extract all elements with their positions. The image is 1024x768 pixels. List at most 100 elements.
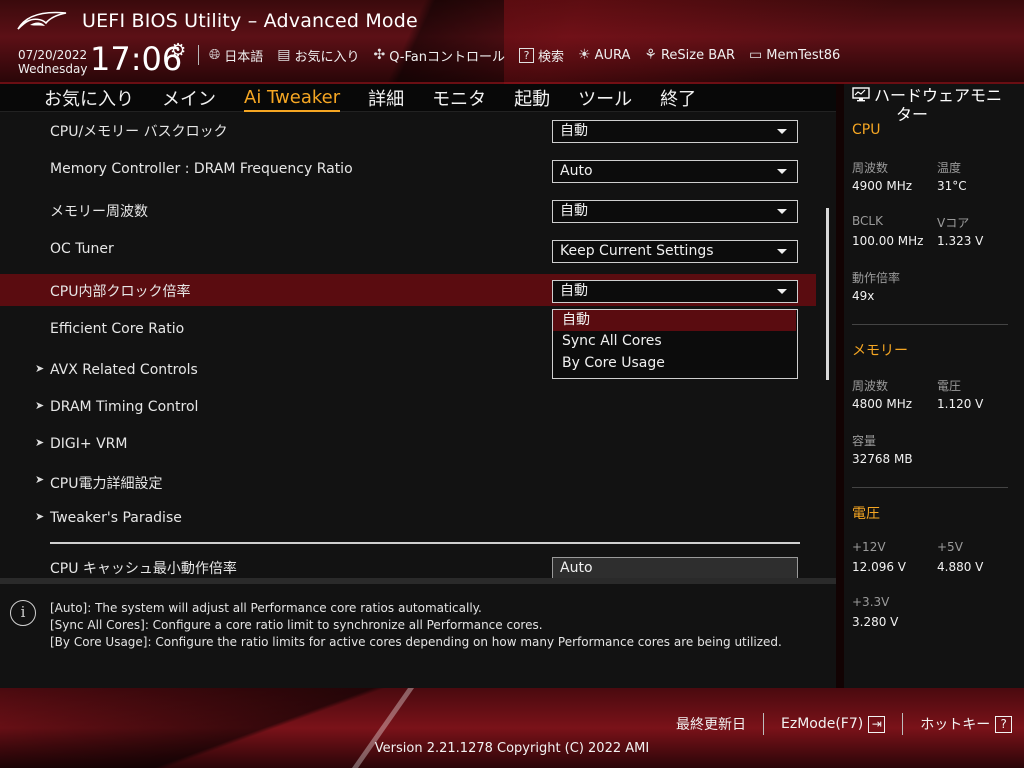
- setting-row-memory-frequency[interactable]: メモリー周波数 自動: [0, 194, 816, 226]
- caret-down-icon: [777, 169, 787, 174]
- submenu-arrow-icon: ➤: [35, 473, 45, 486]
- dropdown-option-sync-all-cores[interactable]: Sync All Cores: [553, 331, 796, 352]
- submenu-tweakers-paradise[interactable]: ➤ Tweaker's Paradise: [0, 503, 816, 535]
- footer-actions: 最終更新日 EzMode(F7) ⇥ ホットキー ?: [676, 713, 1013, 735]
- mem-freq-value: 4800 MHz: [852, 397, 913, 411]
- dropdown-option-by-core-usage[interactable]: By Core Usage: [553, 353, 796, 374]
- tab-advanced[interactable]: 詳細: [368, 85, 404, 111]
- voltage-section-title: 電圧: [852, 506, 880, 522]
- vcore-label: Vコア: [937, 216, 970, 230]
- aura-button[interactable]: ☀ AURA: [578, 47, 630, 63]
- submenu-arrow-icon: ➤: [35, 510, 45, 523]
- ezmode-button[interactable]: EzMode(F7) ⇥: [781, 715, 886, 733]
- setting-row-bus-clock[interactable]: CPU/メモリー バスクロック 自動: [0, 114, 816, 146]
- clock-time: 17:06: [90, 40, 183, 78]
- submenu-label: DIGI+ VRM: [50, 436, 128, 452]
- help-key-icon: ?: [995, 715, 1013, 733]
- info-icon: i: [10, 600, 36, 626]
- setting-row-cpu-core-ratio[interactable]: CPU内部クロック倍率 自動: [0, 274, 816, 306]
- version-text: Version 2.21.1278 Copyright (C) 2022 AMI: [374, 741, 650, 756]
- toolbar-divider: [198, 45, 199, 65]
- tab-tool[interactable]: ツール: [578, 85, 632, 111]
- select-value: Keep Current Settings: [560, 243, 714, 259]
- memtest-button[interactable]: ▭ MemTest86: [749, 47, 840, 63]
- memtest-icon: ▭: [749, 47, 763, 63]
- submenu-label: AVX Related Controls: [50, 362, 198, 378]
- tab-monitor[interactable]: モニタ: [432, 85, 486, 111]
- language-button[interactable]: 🌐︎ 日本語: [209, 46, 263, 65]
- hotkeys-label: ホットキー: [920, 717, 991, 733]
- dropdown-option-auto[interactable]: 自動: [553, 310, 796, 331]
- cpu-core-ratio-select[interactable]: 自動: [552, 280, 798, 303]
- search-button[interactable]: ? 検索: [518, 46, 564, 65]
- caret-down-icon: [777, 289, 787, 294]
- memtest-label: MemTest86: [766, 47, 841, 63]
- exit-arrow-icon: ⇥: [868, 715, 886, 733]
- gear-icon[interactable]: ⚙: [170, 40, 186, 61]
- setting-label: Efficient Core Ratio: [50, 321, 185, 337]
- hardware-monitor-panel: ハードウェアモニ ター CPU 周波数 温度 4900 MHz 31°C BCL…: [844, 84, 1024, 688]
- cpu-temp-label: 温度: [937, 161, 962, 175]
- hotkeys-button[interactable]: ホットキー ?: [920, 714, 1013, 734]
- ratio-dropdown-list[interactable]: 自動 Sync All Cores By Core Usage: [552, 309, 798, 379]
- resize-bar-button[interactable]: ⚘ ReSize BAR: [644, 47, 735, 63]
- setting-row-oc-tuner[interactable]: OC Tuner Keep Current Settings: [0, 234, 816, 266]
- bclk-value: 100.00 MHz: [852, 234, 924, 248]
- select-value: 自動: [560, 123, 588, 139]
- search-label: 検索: [537, 49, 564, 65]
- footer-divider: [902, 713, 904, 735]
- submenu-digi-vrm[interactable]: ➤ DIGI+ VRM: [0, 429, 816, 461]
- oc-tuner-select[interactable]: Keep Current Settings: [552, 240, 798, 263]
- qfan-button[interactable]: ✣ Q-Fanコントロール: [373, 46, 505, 65]
- tab-ai-tweaker[interactable]: Ai Tweaker: [244, 87, 341, 112]
- cpu-temp-value: 31°C: [937, 179, 967, 193]
- qfan-label: Q-Fanコントロール: [389, 49, 505, 65]
- submenu-cpu-power[interactable]: ➤ CPU電力詳細設定: [0, 466, 816, 498]
- setting-label: CPU キャッシュ最小動作倍率: [50, 561, 237, 577]
- dram-ratio-select[interactable]: Auto: [552, 160, 798, 183]
- select-value: 自動: [560, 283, 588, 299]
- memory-frequency-select[interactable]: 自動: [552, 200, 798, 223]
- tab-boot[interactable]: 起動: [514, 85, 550, 111]
- v5-label: +5V: [937, 540, 963, 554]
- submenu-arrow-icon: ➤: [35, 436, 45, 449]
- fan-icon: ✣: [373, 47, 386, 63]
- tab-main[interactable]: メイン: [162, 85, 216, 111]
- monitor-divider: [852, 487, 1008, 488]
- submenu-dram-timing[interactable]: ➤ DRAM Timing Control: [0, 392, 816, 424]
- bus-clock-select[interactable]: 自動: [552, 120, 798, 143]
- submenu-arrow-icon: ➤: [35, 399, 45, 412]
- submenu-label: CPU電力詳細設定: [50, 476, 163, 492]
- favorites-label: お気に入り: [294, 49, 360, 65]
- v33-value: 3.280 V: [852, 615, 899, 629]
- setting-row-cache-ratio[interactable]: CPU キャッシュ最小動作倍率 Auto: [0, 551, 816, 578]
- settings-scrollbar[interactable]: [826, 208, 829, 380]
- tab-favorites[interactable]: お気に入り: [44, 85, 134, 111]
- memory-section-title: メモリー: [852, 343, 908, 359]
- select-value: Auto: [560, 163, 593, 179]
- setting-row-dram-ratio[interactable]: Memory Controller : DRAM Frequency Ratio…: [0, 154, 816, 186]
- setting-label: Memory Controller : DRAM Frequency Ratio: [50, 161, 353, 177]
- last-modified-button[interactable]: 最終更新日: [676, 714, 746, 734]
- v12-value: 12.096 V: [852, 560, 907, 574]
- help-line: [Auto]: The system will adjust all Perfo…: [50, 601, 482, 615]
- tab-exit[interactable]: 終了: [660, 85, 696, 111]
- favorites-button[interactable]: ▤ お気に入り: [277, 46, 359, 65]
- ratio-value: 49x: [852, 289, 875, 303]
- v33-label: +3.3V: [852, 595, 890, 609]
- app-title: UEFI BIOS Utility – Advanced Mode: [82, 10, 418, 32]
- title-line-1: ハードウェアモニ: [874, 86, 1003, 105]
- submenu-label: Tweaker's Paradise: [50, 510, 182, 526]
- resize-bar-label: ReSize BAR: [660, 47, 736, 63]
- setting-label: CPU内部クロック倍率: [50, 284, 191, 300]
- help-panel: i [Auto]: The system will adjust all Per…: [0, 578, 836, 688]
- caret-down-icon: [777, 209, 787, 214]
- aura-label: AURA: [594, 47, 631, 63]
- cache-ratio-select[interactable]: Auto: [552, 557, 798, 578]
- vcore-value: 1.323 V: [937, 234, 984, 248]
- ezmode-label: EzMode(F7): [781, 716, 864, 732]
- mem-volt-label: 電圧: [937, 379, 962, 393]
- caret-down-icon: [777, 129, 787, 134]
- header-toolbar: 🌐︎ 日本語 ▤ お気に入り ✣ Q-Fanコントロール ? 検索 ☀ AURA…: [198, 44, 854, 66]
- cpu-freq-value: 4900 MHz: [852, 179, 913, 193]
